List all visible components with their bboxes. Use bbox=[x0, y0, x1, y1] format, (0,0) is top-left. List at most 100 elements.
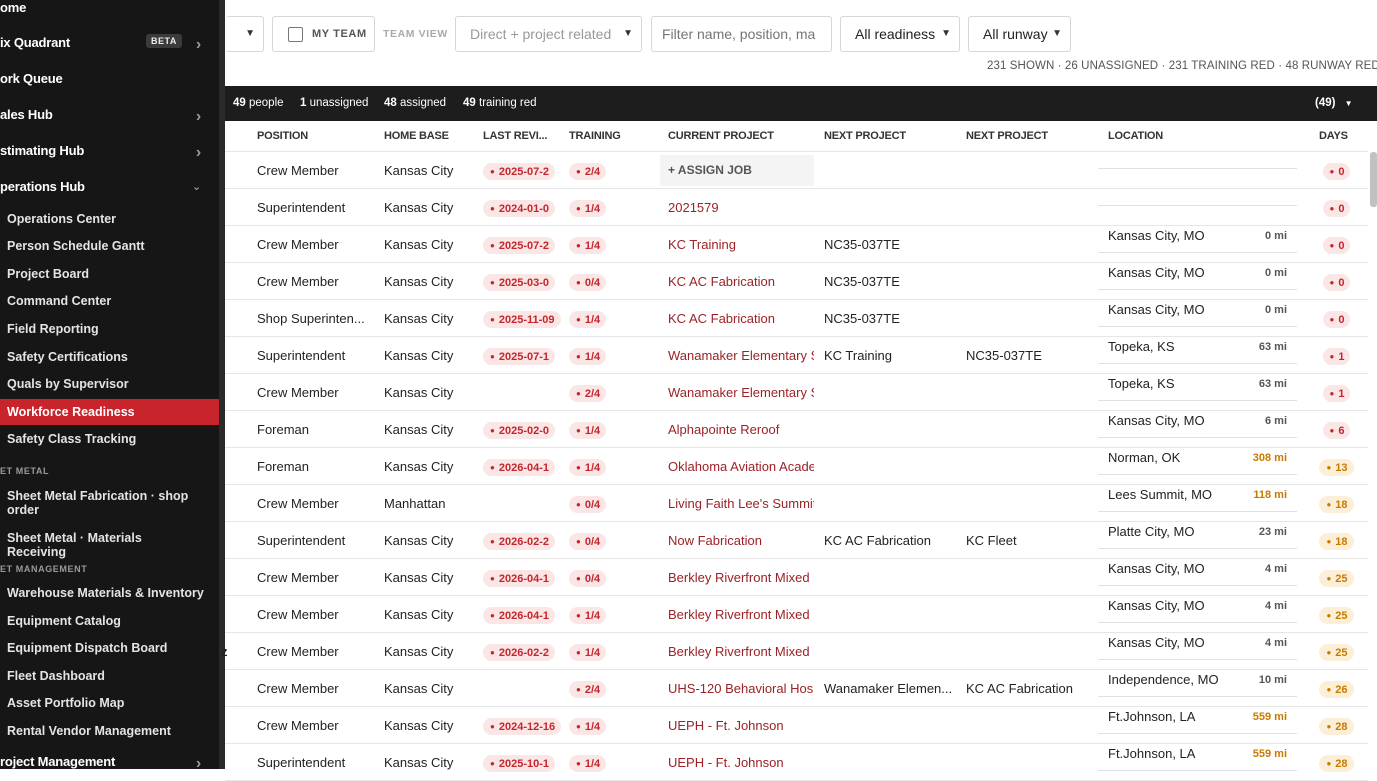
training-cell: 0/4 bbox=[569, 485, 629, 522]
col-next-project-2[interactable]: NEXT PROJECT bbox=[966, 130, 1048, 142]
current-project-link[interactable]: UHS-120 Behavioral Hosp bbox=[668, 670, 814, 707]
sidebar-item[interactable]: stimating Hub › bbox=[0, 143, 219, 163]
col-training[interactable]: TRAINING bbox=[569, 130, 621, 142]
current-project-link[interactable]: KC AC Fabrication bbox=[668, 263, 814, 300]
location-text: Topeka, KS bbox=[1108, 339, 1175, 354]
current-project-link[interactable]: UEPH - Ft. Johnson bbox=[668, 744, 814, 781]
location-cell bbox=[1098, 169, 1297, 206]
readiness-select[interactable]: All readiness ▼ bbox=[840, 16, 960, 52]
assign-job-button[interactable]: + ASSIGN JOB bbox=[660, 155, 814, 186]
training-cell: 1/4 bbox=[569, 744, 629, 781]
days-cell: 0 bbox=[1309, 263, 1364, 300]
sidebar-subitem[interactable]: Asset Portfolio Map bbox=[0, 696, 219, 710]
current-project-link[interactable]: 2021579 bbox=[668, 189, 814, 226]
next-project-cell: KC AC Fabrication bbox=[824, 533, 931, 548]
sidebar-subitem[interactable]: Workforce Readiness bbox=[0, 399, 219, 425]
table-scrollbar[interactable] bbox=[1370, 152, 1377, 207]
sidebar-item[interactable]: perations Hub ⌄ bbox=[0, 179, 219, 199]
days-badge: 0 bbox=[1322, 200, 1351, 217]
current-project-link[interactable]: Wanamaker Elementary S bbox=[668, 337, 814, 374]
sidebar-subitem[interactable]: Rental Vendor Management bbox=[0, 724, 219, 738]
sidebar-item[interactable]: ome bbox=[0, 0, 219, 20]
sidebar-item[interactable]: ix Quadrant BETA › bbox=[0, 34, 219, 55]
sidebar-subitem[interactable]: Fleet Dashboard bbox=[0, 669, 219, 683]
position-cell: Superintendent bbox=[257, 533, 346, 548]
location-cell: Kansas City, MO 0 mi bbox=[1098, 290, 1297, 327]
filter-input[interactable] bbox=[651, 16, 832, 52]
location-cell: Kansas City, MO 0 mi bbox=[1098, 253, 1297, 290]
sidebar-item[interactable]: ales Hub › bbox=[0, 107, 219, 127]
location-cell: Kansas City, MO 6 mi bbox=[1098, 401, 1297, 438]
caret-down-icon: ▼ bbox=[1344, 99, 1353, 108]
runway-select[interactable]: All runway ▼ bbox=[968, 16, 1071, 52]
sidebar-subitem[interactable]: Sheet Metal · Materials Receiving bbox=[0, 531, 200, 559]
sidebar-subitem[interactable]: Safety Class Tracking bbox=[0, 432, 219, 446]
sidebar-subitem[interactable]: Command Center bbox=[0, 294, 219, 308]
days-cell: 25 bbox=[1309, 596, 1364, 633]
current-project-link[interactable]: UEPH - Ft. Johnson bbox=[668, 707, 814, 744]
current-project-link[interactable]: Now Fabrication bbox=[668, 522, 814, 559]
location-text: Topeka, KS bbox=[1108, 376, 1175, 391]
location-text: Independence, MO bbox=[1108, 672, 1219, 687]
current-project-link[interactable]: Berkley Riverfront Mixed bbox=[668, 596, 814, 633]
distance-text: 10 mi bbox=[1258, 674, 1287, 686]
sidebar-subitem[interactable]: Quals by Supervisor bbox=[0, 377, 219, 391]
current-project-link[interactable]: Oklahoma Aviation Acade bbox=[668, 448, 814, 485]
last-review-cell: 2026-04-1 bbox=[483, 559, 562, 596]
sidebar-section-header: ET MANAGEMENT bbox=[0, 564, 88, 574]
sidebar-subitem[interactable]: Equipment Catalog bbox=[0, 614, 219, 628]
current-project-link[interactable]: KC AC Fabrication bbox=[668, 300, 814, 337]
col-home-base[interactable]: HOME BASE bbox=[384, 130, 449, 142]
sidebar-item[interactable]: roject Management › bbox=[0, 754, 219, 769]
sidebar-subitem[interactable]: Field Reporting bbox=[0, 322, 219, 336]
location-cell: Ft.Johnson, LA 559 mi bbox=[1098, 697, 1297, 734]
current-project-link[interactable]: Berkley Riverfront Mixed bbox=[668, 559, 814, 596]
next-project-cell: KC Training bbox=[824, 348, 892, 363]
col-last-review[interactable]: LAST REVI... bbox=[483, 130, 547, 142]
col-position[interactable]: POSITION bbox=[257, 130, 308, 142]
review-date-badge: 2025-10-1 bbox=[483, 755, 555, 772]
table-row[interactable]: Superintendent Kansas City 2025-10-1 1/4 UEP… bbox=[225, 744, 1368, 781]
count-dropdown[interactable]: (49) ▼ bbox=[1315, 97, 1353, 109]
my-team-toggle[interactable]: MY TEAM bbox=[272, 16, 375, 52]
position-cell: Superintendent bbox=[257, 755, 346, 770]
current-project-link[interactable]: Living Faith Lee's Summit bbox=[668, 485, 814, 522]
distance-text: 6 mi bbox=[1264, 415, 1287, 427]
training-badge: 1/4 bbox=[569, 311, 607, 328]
days-badge: 25 bbox=[1319, 607, 1354, 624]
distance-text: 559 mi bbox=[1252, 748, 1287, 760]
training-badge: 0/4 bbox=[569, 533, 607, 550]
sidebar-subitem[interactable]: Warehouse Materials & Inventory bbox=[0, 586, 219, 600]
current-project-link[interactable]: KC Training bbox=[668, 226, 814, 263]
col-days[interactable]: DAYS bbox=[1319, 130, 1348, 142]
position-cell: Crew Member bbox=[257, 385, 339, 400]
people-stat: 49 people bbox=[233, 97, 284, 109]
sidebar-subitem[interactable]: Sheet Metal Fabrication · shop order bbox=[0, 489, 200, 517]
col-next-project[interactable]: NEXT PROJECT bbox=[824, 130, 906, 142]
current-project-link[interactable]: Wanamaker Elementary S bbox=[668, 374, 814, 411]
home-base-cell: Kansas City bbox=[384, 607, 454, 622]
current-project-link[interactable]: Berkley Riverfront Mixed bbox=[668, 633, 814, 670]
home-base-cell: Kansas City bbox=[384, 311, 454, 326]
sidebar-subitem[interactable]: Equipment Dispatch Board bbox=[0, 641, 219, 655]
sidebar-subitem[interactable]: Person Schedule Gantt bbox=[0, 239, 219, 253]
current-project-link[interactable]: Alphapointe Reroof bbox=[668, 411, 814, 448]
sidebar-item[interactable]: ork Queue bbox=[0, 71, 219, 91]
my-team-label: MY TEAM bbox=[312, 28, 367, 40]
view-select[interactable]: ▼ bbox=[226, 16, 264, 52]
sidebar-subitem[interactable]: Safety Certifications bbox=[0, 350, 219, 364]
next-project-cell: NC35-037TE bbox=[824, 237, 900, 252]
days-badge: 25 bbox=[1319, 570, 1354, 587]
sidebar-item-label: ork Queue bbox=[0, 71, 63, 86]
training-cell: 2/4 bbox=[569, 670, 629, 707]
training-badge: 1/4 bbox=[569, 755, 607, 772]
relation-select[interactable]: Direct + project related ▼ bbox=[455, 16, 642, 52]
location-text: Kansas City, MO bbox=[1108, 265, 1205, 280]
sidebar-nav: ome ix Quadrant BETA › ork Queue ales Hub › sti… bbox=[0, 0, 219, 769]
last-review-cell: 2026-04-1 bbox=[483, 448, 562, 485]
my-team-checkbox[interactable] bbox=[288, 27, 303, 42]
sidebar-subitem[interactable]: Operations Center bbox=[0, 212, 219, 226]
days-cell: 26 bbox=[1309, 670, 1364, 707]
col-current-project[interactable]: CURRENT PROJECT bbox=[668, 130, 774, 142]
sidebar-subitem[interactable]: Project Board bbox=[0, 267, 219, 281]
